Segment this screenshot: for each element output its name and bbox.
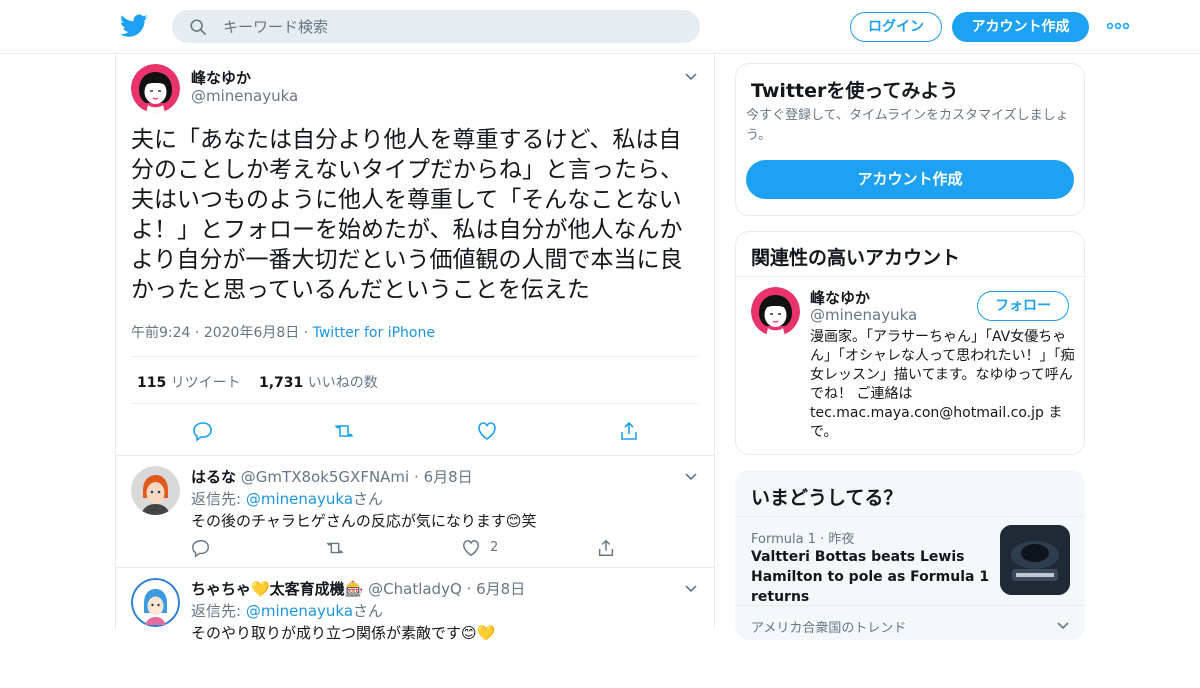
top-navigation-bar: ログイン アカウント作成 — [0, 0, 1200, 54]
reply-date[interactable]: 6月8日 — [476, 580, 525, 598]
separator-dot: · — [190, 325, 204, 341]
like-heart-icon[interactable] — [476, 420, 498, 442]
like-label: いいねの数 — [307, 375, 378, 391]
search-icon — [190, 19, 207, 36]
trend-region-label: アメリカ合衆国のトレンド — [751, 621, 907, 636]
avatar[interactable] — [131, 466, 180, 515]
retweet-label: リツイート — [170, 375, 241, 391]
separator-dot: · — [414, 468, 419, 486]
login-button[interactable]: ログイン — [850, 12, 942, 42]
author-name[interactable]: 峰なゆか — [191, 67, 251, 88]
divider — [736, 605, 1084, 606]
trend-headline[interactable]: Valtteri Bottas beats Lewis Hamilton to … — [751, 547, 996, 607]
account-bio: 漫画家。「アラサーちゃん」「AV女優ちゃん」「オシャレな人って思われたい！」「痴… — [810, 329, 1075, 440]
search-box[interactable] — [172, 10, 700, 43]
chevron-down-icon[interactable] — [684, 584, 698, 594]
tweet-source-link[interactable]: Twitter for iPhone — [313, 325, 435, 341]
reply-to-mention[interactable]: @minenayuka — [246, 602, 353, 620]
reply-to-suffix: さん — [353, 490, 384, 508]
trends-card: いまどうしてる？ Formula 1 · 昨夜 Valtteri Bottas … — [735, 470, 1085, 640]
trend-category: Formula 1 — [751, 532, 816, 547]
main-timeline-column: 峰なゆか @minenayuka 夫に「あなたは自分より他人を尊重するけど、私は… — [115, 54, 715, 642]
retweet-stat[interactable]: 115 リツイート — [137, 372, 241, 392]
card-title: いまどうしてる？ — [751, 487, 903, 509]
reply-to-prefix: 返信先: — [191, 602, 246, 620]
chevron-down-icon[interactable] — [684, 72, 698, 82]
try-twitter-card: Twitterを使ってみよう 今すぐ登録して、タイムラインをカスタマイズしましょ… — [735, 63, 1085, 216]
reply-to-line: 返信先: @minenayukaさん — [191, 488, 383, 509]
reply-date[interactable]: 6月8日 — [424, 468, 473, 486]
reply-to-mention[interactable]: @minenayuka — [246, 490, 353, 508]
avatar[interactable] — [131, 64, 180, 113]
divider — [736, 276, 1084, 277]
tweet-timestamp: 午前9:24 · 2020年6月8日 · Twitter for iPhone — [131, 322, 435, 342]
trend-meta: Formula 1 · 昨夜 — [751, 528, 854, 547]
tweet-date[interactable]: 2020年6月8日 — [204, 325, 299, 341]
chevron-down-icon[interactable] — [684, 472, 698, 482]
like-stat[interactable]: 1,731 いいねの数 — [259, 372, 378, 392]
reply-to-prefix: 返信先: — [191, 490, 246, 508]
trend-thumbnail[interactable] — [1000, 525, 1070, 595]
reply-to-suffix: さん — [353, 602, 384, 620]
share-icon[interactable] — [596, 538, 616, 558]
share-icon[interactable] — [618, 420, 640, 442]
reply-icon[interactable] — [191, 538, 211, 558]
reply-text: その後のチャラヒゲさんの反応が気になります😊笑 — [191, 512, 537, 530]
reply-actions: 2 — [116, 538, 714, 558]
reply-icon[interactable] — [192, 420, 214, 442]
reply-author-name[interactable]: ちゃちゃ💛太客育成機🎰 — [191, 580, 363, 598]
like-heart-icon[interactable] — [461, 538, 481, 558]
tweet-stats: 115 リツイート 1,731 いいねの数 — [131, 356, 699, 404]
avatar[interactable] — [131, 578, 180, 627]
reply-to-line: 返信先: @minenayukaさん — [191, 600, 383, 621]
tweet-actions — [116, 420, 714, 442]
create-account-button[interactable]: アカウント作成 — [746, 160, 1074, 199]
account-handle[interactable]: @minenayuka — [810, 306, 917, 324]
card-title: Twitterを使ってみよう — [751, 80, 959, 102]
focused-tweet: 峰なゆか @minenayuka 夫に「あなたは自分より他人を尊重するけど、私は… — [116, 54, 714, 456]
reply-text: そのやり取りが成り立つ関係が素敵です😊💛 — [191, 624, 496, 642]
card-title: 関連性の高いアカウント — [751, 247, 961, 269]
twitter-bird-logo-icon[interactable] — [120, 13, 148, 39]
reply-header: はるな @GmTX8ok5GXFNAmi · 6月8日 — [191, 466, 473, 487]
reply-tweet: はるな @GmTX8ok5GXFNAmi · 6月8日 返信先: @minena… — [116, 456, 714, 568]
separator-dot: · — [299, 325, 313, 341]
reply-like-count: 2 — [490, 540, 499, 555]
reply-header: ちゃちゃ💛太客育成機🎰 @ChatladyQ · 6月8日 — [191, 578, 525, 599]
more-menu-icon[interactable] — [1106, 18, 1130, 34]
reply-author-handle[interactable]: @GmTX8ok5GXFNAmi — [241, 468, 409, 486]
account-name[interactable]: 峰なゆか — [810, 287, 870, 308]
retweet-count: 115 — [137, 375, 167, 391]
author-handle[interactable]: @minenayuka — [191, 87, 298, 105]
like-count: 1,731 — [259, 375, 304, 391]
separator-dot: · — [466, 580, 472, 598]
retweet-icon[interactable] — [325, 538, 345, 558]
card-description: 今すぐ登録して、タイムラインをカスタマイズしましょう。 — [746, 108, 1069, 143]
tweet-time[interactable]: 午前9:24 — [131, 325, 190, 341]
tweet-text: 夫に「あなたは自分より他人を尊重するけど、私は自分のことしか考えないタイプだから… — [131, 127, 683, 303]
avatar[interactable] — [751, 287, 800, 336]
divider — [736, 516, 1084, 517]
retweet-icon[interactable] — [333, 420, 355, 442]
trend-time: 昨夜 — [828, 532, 855, 547]
reply-author-handle[interactable]: @ChatladyQ — [368, 580, 462, 598]
signup-button[interactable]: アカウント作成 — [952, 12, 1089, 42]
reply-author-name[interactable]: はるな — [191, 468, 236, 486]
separator-dot: · — [815, 532, 829, 547]
follow-button[interactable]: フォロー — [977, 291, 1069, 321]
reply-tweet: ちゃちゃ💛太客育成機🎰 @ChatladyQ · 6月8日 返信先: @mine… — [116, 568, 714, 688]
related-accounts-card: 関連性の高いアカウント 峰なゆか @minenayuka フォロー 漫画家。「ア… — [735, 231, 1085, 455]
search-input[interactable] — [223, 11, 683, 42]
